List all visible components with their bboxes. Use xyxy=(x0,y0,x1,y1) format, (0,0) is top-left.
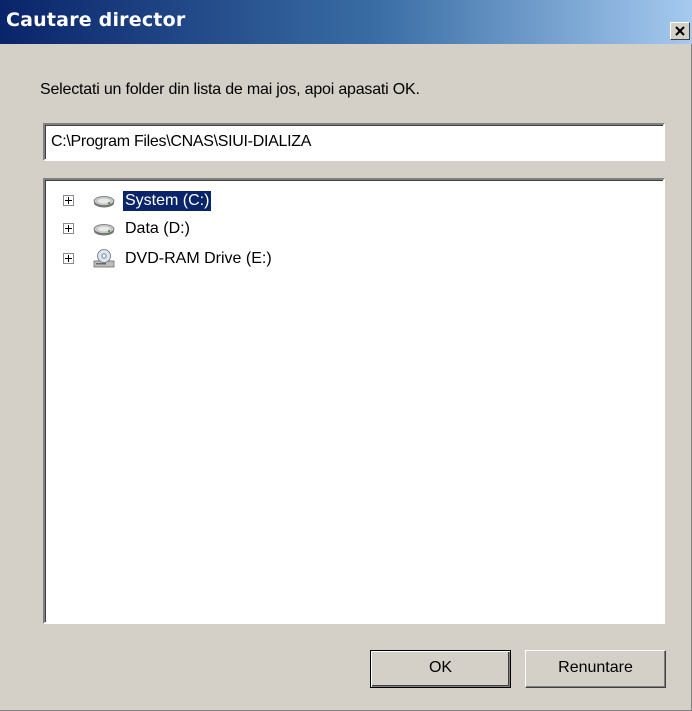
tree-item-label: Data (D:) xyxy=(125,220,190,237)
ok-button[interactable]: OK xyxy=(370,650,511,688)
dvd-drive-icon xyxy=(93,249,115,268)
hard-drive-icon xyxy=(93,224,115,236)
expand-toggle[interactable] xyxy=(63,223,74,234)
dialog-title: Cautare director xyxy=(6,9,186,31)
folder-browser-dialog: Cautare director Selectati un folder din… xyxy=(0,0,692,711)
close-icon xyxy=(675,26,685,36)
folder-path-value: C:\Program Files\CNAS\SIUI-DIALIZA xyxy=(51,133,312,150)
tree-item-label: System (C:) xyxy=(121,190,213,212)
plus-icon xyxy=(65,255,72,262)
hard-drive-icon xyxy=(93,196,115,208)
close-button[interactable] xyxy=(670,22,690,40)
folder-path-field[interactable]: C:\Program Files\CNAS\SIUI-DIALIZA xyxy=(43,123,665,161)
title-bar[interactable]: Cautare director xyxy=(0,0,692,44)
cancel-button[interactable]: Renuntare xyxy=(525,650,666,688)
tree-item-label: DVD-RAM Drive (E:) xyxy=(125,250,272,267)
plus-icon xyxy=(65,225,72,232)
expand-toggle[interactable] xyxy=(63,195,74,206)
folder-tree[interactable]: System (C:) Data (D:) DVD-RAM Drive (E:) xyxy=(43,178,665,624)
expand-toggle[interactable] xyxy=(63,253,74,264)
instruction-text: Selectati un folder din lista de mai jos… xyxy=(40,81,420,98)
plus-icon xyxy=(65,197,72,204)
